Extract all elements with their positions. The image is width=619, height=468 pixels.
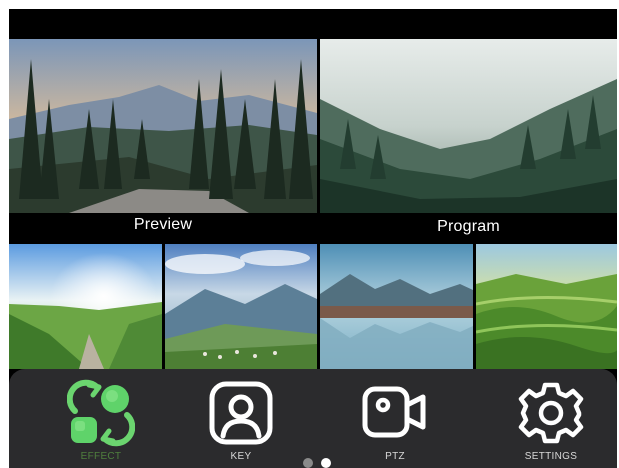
dock-label-ptz: PTZ	[385, 451, 405, 462]
page-dot-2[interactable]	[321, 458, 331, 468]
program-monitor[interactable]	[320, 39, 617, 213]
dock-item-settings[interactable]: SETTINGS	[499, 369, 603, 468]
ptz-camera-icon	[362, 386, 426, 438]
dock-label-key: KEY	[230, 451, 252, 462]
preview-monitor[interactable]	[9, 39, 317, 213]
dock-item-effect[interactable]: EFFECT	[49, 369, 153, 468]
dock-item-key[interactable]: KEY	[189, 369, 293, 468]
page-dot-1[interactable]	[303, 458, 313, 468]
source-thumbnail-3[interactable]	[320, 244, 473, 369]
bottom-dock: EFFECT KEY PTZ SETTINGS	[9, 369, 617, 468]
effect-icon	[67, 379, 135, 447]
source-thumbnail-4[interactable]	[476, 244, 617, 369]
preview-label: Preview	[133, 216, 193, 233]
source-thumbnail-1[interactable]	[9, 244, 162, 369]
dock-label-settings: SETTINGS	[524, 451, 578, 462]
switcher-app: Preview Program EFFECT KEY PTZ SETTINGS	[9, 9, 617, 468]
dock-label-effect: EFFECT	[80, 451, 122, 462]
program-label: Program	[437, 218, 500, 235]
source-thumbnail-2[interactable]	[165, 244, 317, 369]
key-portrait-icon	[209, 381, 273, 445]
dock-item-ptz[interactable]: PTZ	[343, 369, 447, 468]
gear-icon	[518, 382, 584, 444]
